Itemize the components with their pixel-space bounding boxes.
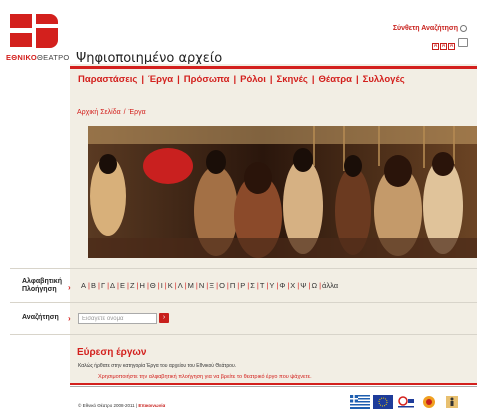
- search-input[interactable]: [78, 313, 157, 324]
- divider: [10, 268, 477, 269]
- letter-link[interactable]: Η: [140, 281, 145, 290]
- footer-text: © Εθνικό Θέατρο 2008-2011 | Επικοινωνία: [78, 403, 166, 408]
- letter-link[interactable]: Ψ: [300, 281, 306, 290]
- nav-item-collections[interactable]: Συλλογές: [363, 74, 405, 85]
- section-title: Εύρεση έργων: [77, 347, 147, 358]
- advanced-search-link[interactable]: Σύνθετη Αναζήτηση: [393, 25, 467, 32]
- search-label: Αναζήτηση: [22, 314, 59, 321]
- letter-link[interactable]: Χ: [290, 281, 295, 290]
- eu-flag-icon[interactable]: [373, 395, 393, 409]
- nav-item-works[interactable]: Έργα: [148, 74, 173, 85]
- nav-item-stages[interactable]: Σκηνές: [277, 74, 308, 85]
- letter-link[interactable]: Τ: [260, 281, 265, 290]
- letter-link[interactable]: Λ: [178, 281, 183, 290]
- breadcrumb-current: Έργα: [128, 109, 146, 116]
- search-go-button[interactable]: ›: [159, 313, 169, 323]
- letter-link[interactable]: Ε: [120, 281, 125, 290]
- letter-link[interactable]: Σ: [250, 281, 255, 290]
- performance-photo: [88, 126, 477, 258]
- nav-item-people[interactable]: Πρόσωπα: [184, 74, 230, 85]
- letter-link[interactable]: Δ: [110, 281, 115, 290]
- logo-wordmark: ΕΘΝΙΚΟΘΕΑΤΡΟ: [6, 53, 70, 62]
- nav-item-theatres[interactable]: Θέατρα: [319, 74, 352, 85]
- main-nav: Παραστάσεις | Έργα | Πρόσωπα | Ρόλοι | Σκηνέ…: [78, 74, 405, 85]
- letter-link[interactable]: Μ: [188, 281, 194, 290]
- letter-link[interactable]: Α: [81, 281, 86, 290]
- sponsor-logo-icon[interactable]: [419, 395, 439, 409]
- alpha-letters: Α | Β | Γ | Δ | Ε | Ζ | Η | Θ | Ι | Κ | Λ | Μ | Ν | Ξ…: [81, 281, 339, 290]
- national-theatre-logo[interactable]: [10, 14, 58, 48]
- letter-link[interactable]: Ξ: [209, 281, 214, 290]
- header-rule: [70, 66, 477, 69]
- copyright: © Εθνικό Θέατρο 2008-2011: [78, 403, 135, 408]
- footer-rule: [70, 383, 477, 385]
- breadcrumb: Αρχική Σελίδα / Έργα: [77, 109, 146, 116]
- text-size-tools: A A A: [432, 38, 468, 50]
- chevron-right-icon: ›: [68, 283, 71, 292]
- letter-link[interactable]: Β: [91, 281, 96, 290]
- search-icon: [460, 25, 467, 32]
- divider: [10, 334, 477, 335]
- letter-link[interactable]: Π: [230, 281, 235, 290]
- breadcrumb-home[interactable]: Αρχική Σελίδα: [77, 109, 121, 116]
- letter-link[interactable]: Ζ: [130, 281, 135, 290]
- print-icon[interactable]: [458, 38, 468, 47]
- letter-link[interactable]: Ν: [199, 281, 204, 290]
- font-reset-button[interactable]: A: [440, 43, 447, 50]
- section-instructions: Χρησιμοποιήστε την αλφαβητική πλοήγηση γ…: [98, 374, 312, 380]
- letter-link[interactable]: Γ: [101, 281, 105, 290]
- letter-link[interactable]: Ρ: [240, 281, 245, 290]
- accessibility-icon[interactable]: [442, 395, 462, 409]
- letter-link[interactable]: Κ: [168, 281, 173, 290]
- nav-item-roles[interactable]: Ρόλοι: [240, 74, 266, 85]
- contact-link[interactable]: Επικοινωνία: [138, 403, 165, 408]
- letter-link[interactable]: Θ: [150, 281, 156, 290]
- digital-greece-logo-icon[interactable]: [396, 395, 416, 409]
- letter-link[interactable]: Ι: [161, 281, 163, 290]
- advanced-search-label: Σύνθετη Αναζήτηση: [392, 25, 458, 32]
- divider: [10, 302, 477, 303]
- section-description: Καλώς ήρθατε στην κατηγορία Έργα του αρχ…: [78, 363, 237, 369]
- letter-link[interactable]: Υ: [269, 281, 274, 290]
- letter-link[interactable]: Φ: [279, 281, 285, 290]
- chevron-right-icon: ›: [68, 314, 71, 323]
- font-increase-button[interactable]: A: [448, 43, 455, 50]
- sponsor-badges: [350, 395, 462, 409]
- letter-link[interactable]: Ο: [219, 281, 225, 290]
- greek-flag-icon[interactable]: [350, 395, 370, 409]
- alpha-nav-label: Αλφαβητική Πλοήγηση: [22, 278, 62, 293]
- font-decrease-button[interactable]: A: [432, 43, 439, 50]
- letter-link[interactable]: Ω: [311, 281, 317, 290]
- footer-rule-secondary: [70, 386, 477, 387]
- nav-item-performances[interactable]: Παραστάσεις: [78, 74, 137, 85]
- letter-link-other[interactable]: άλλα: [322, 281, 338, 290]
